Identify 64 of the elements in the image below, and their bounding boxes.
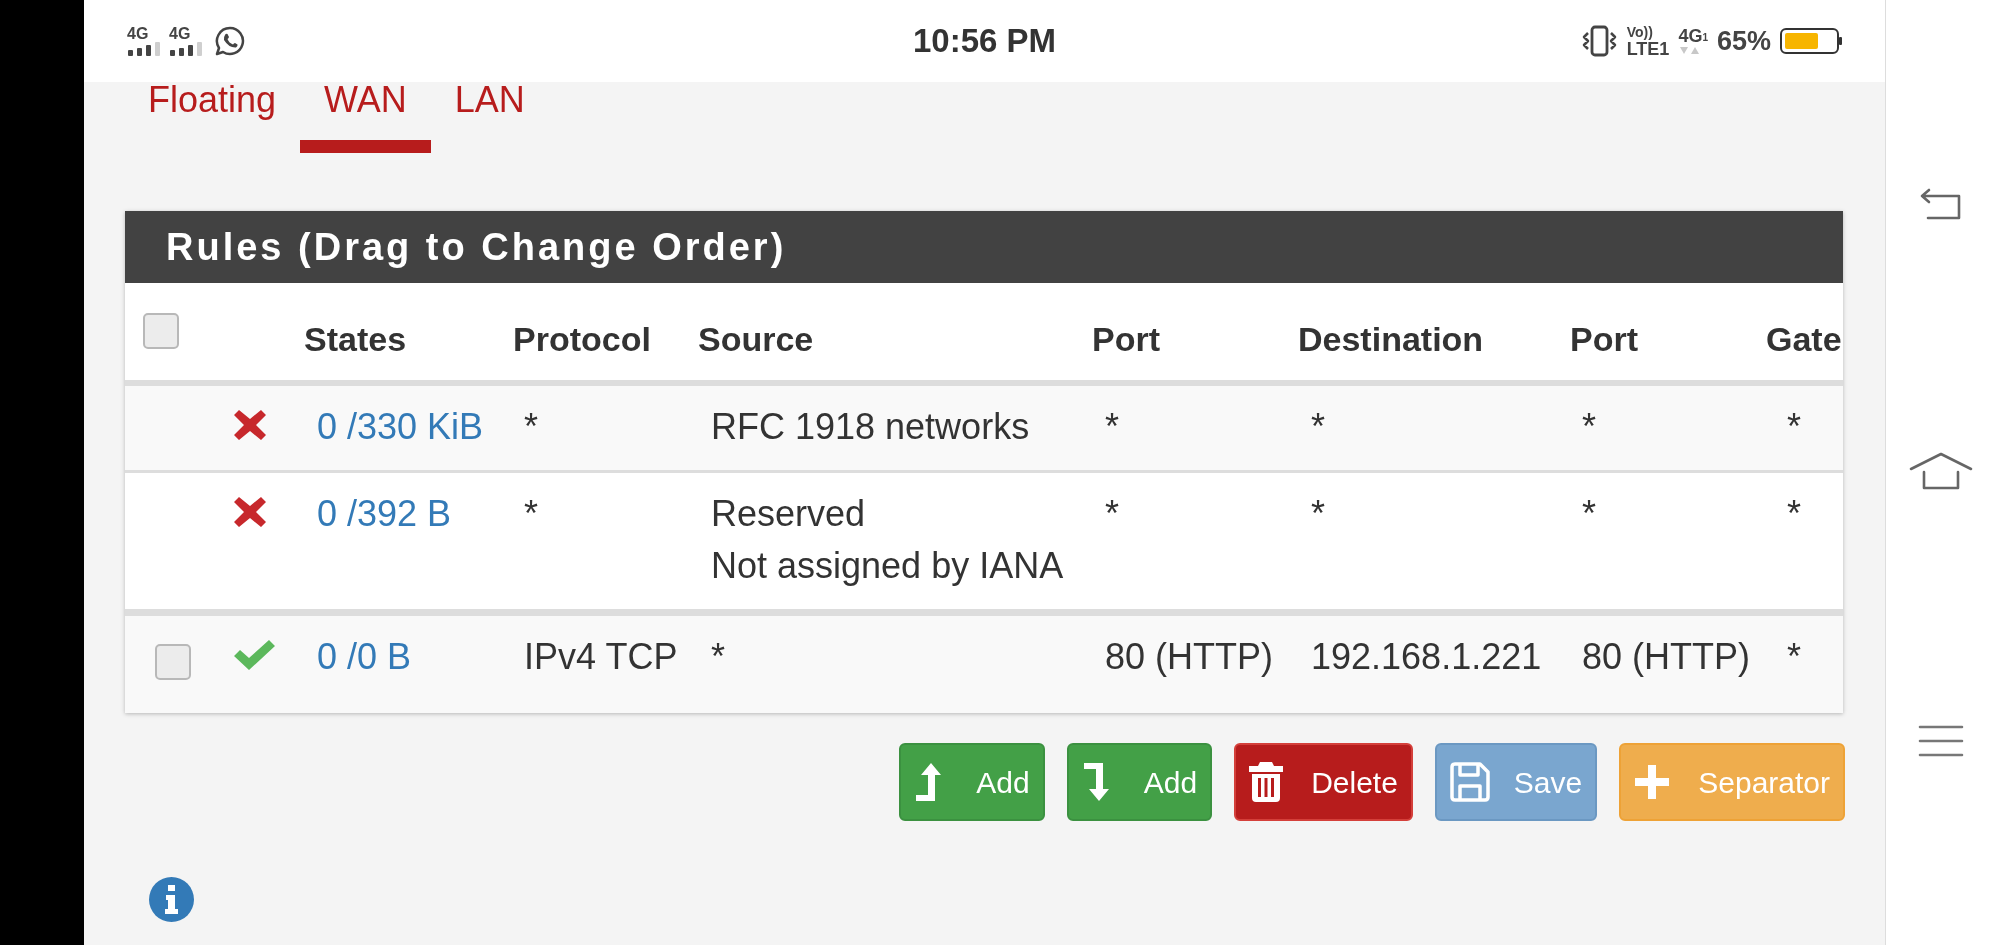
- states-link[interactable]: 0 /392 B: [317, 493, 452, 534]
- data-arrows-icon: [1679, 46, 1702, 55]
- tab[interactable]: Floating: [124, 82, 301, 153]
- table-cell-text: Reserved Not assigned by IANA: [711, 492, 1064, 588]
- table-cell-text: *: [524, 492, 538, 536]
- table-cell-text: IPv4 TCP: [524, 635, 678, 679]
- signal-bars-icon: [169, 42, 205, 56]
- cross-icon: [234, 497, 266, 527]
- select-all-checkbox[interactable]: [143, 313, 179, 349]
- column-header: Port: [1570, 320, 1638, 358]
- clock-time: 10:56 PM: [912, 21, 1057, 61]
- info-icon[interactable]: [149, 877, 194, 922]
- column-header: Protocol: [513, 320, 651, 358]
- menu-icon[interactable]: [1917, 725, 1964, 757]
- table-cell-text: *: [1582, 405, 1596, 449]
- states-link[interactable]: 0 /330 KiB: [317, 406, 484, 447]
- vibrate-icon: [1580, 25, 1618, 57]
- lte-label: LTE1: [1626, 39, 1670, 58]
- table-row[interactable]: 0 /330 KiB * RFC 1918 networks * * * *: [125, 386, 1843, 470]
- add-button[interactable]: Add: [1066, 743, 1213, 821]
- table-cell-text: *: [1105, 405, 1119, 449]
- column-header: Source: [698, 320, 814, 358]
- table-cell-text: *: [1582, 492, 1596, 536]
- table-cell-text: *: [1105, 492, 1119, 536]
- trash-icon: [1249, 762, 1284, 802]
- battery-icon: [1780, 28, 1843, 54]
- column-header: Gate: [1766, 320, 1842, 358]
- table-row[interactable]: 0 /0 B IPv4 TCP * 80 (HTTP) 192.168.1.221 80 (HTTP) *: [125, 609, 1843, 713]
- column-header: Destination: [1298, 320, 1484, 358]
- table-cell-text: *: [1787, 492, 1801, 536]
- states-link[interactable]: 0 /0 B: [317, 636, 412, 677]
- column-header: Port: [1092, 320, 1160, 358]
- table-cell-text: *: [524, 405, 538, 449]
- battery-percentage: 65%: [1716, 25, 1771, 57]
- signal-bars-icon: [127, 42, 163, 56]
- table-cell-text: 80 (HTTP): [1582, 635, 1750, 679]
- table-cell-text: 192.168.1.221: [1311, 635, 1542, 679]
- volte-label: Vo)): [1626, 24, 1653, 40]
- delete-button[interactable]: Delete: [1234, 743, 1413, 821]
- cross-icon: [234, 410, 266, 440]
- table-cell-text: *: [1311, 405, 1325, 449]
- home-icon[interactable]: [1908, 451, 1973, 491]
- arrow-up-icon: [914, 762, 943, 802]
- checkmark-icon: [234, 640, 275, 670]
- table-cell-text: *: [711, 635, 725, 679]
- panel-title: Rules (Drag to Change Order): [166, 225, 787, 269]
- tab[interactable]: LAN: [430, 82, 549, 153]
- network-type-label: 4G: [127, 26, 149, 42]
- network-type-label: 4G: [169, 26, 191, 42]
- arrow-down-icon: [1081, 762, 1110, 802]
- table-cell-text: *: [1311, 492, 1325, 536]
- network-type-label: 4G: [1678, 27, 1703, 46]
- tab[interactable]: WAN: [300, 82, 431, 153]
- table-cell-text: 80 (HTTP): [1105, 635, 1273, 679]
- row-checkbox[interactable]: [155, 644, 191, 680]
- table-cell-text: *: [1787, 405, 1801, 449]
- add-button[interactable]: Add: [899, 743, 1045, 821]
- plus-icon: [1634, 764, 1671, 800]
- table-cell-text: *: [1787, 635, 1801, 679]
- table-row[interactable]: 0 /392 B * Reserved Not assigned by IANA * * * *: [125, 470, 1843, 609]
- sim-number-label: 1: [1702, 32, 1708, 44]
- column-header: States: [304, 320, 407, 358]
- table-cell-text: RFC 1918 networks: [711, 405, 1030, 449]
- phone-bubble-icon: [215, 26, 245, 56]
